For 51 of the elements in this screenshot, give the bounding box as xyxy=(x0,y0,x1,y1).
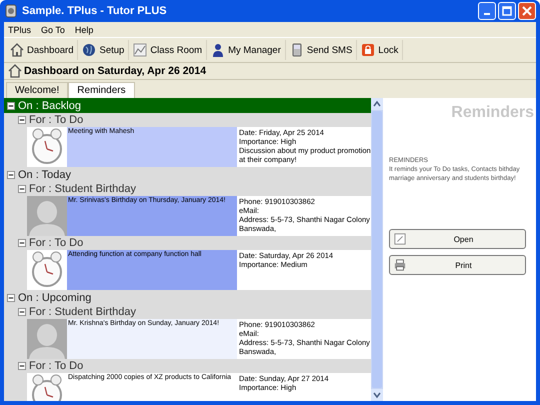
collapse-toggle-icon[interactable] xyxy=(18,116,26,124)
group-header[interactable]: On : Backlog xyxy=(4,98,371,113)
category-header[interactable]: For : Student Birthday xyxy=(4,182,371,196)
printer-icon xyxy=(394,259,406,271)
group-header[interactable]: On : Today xyxy=(4,167,371,182)
document-icon xyxy=(394,233,406,245)
toolbar-button[interactable]: Lock xyxy=(357,40,404,60)
collapse-toggle-icon[interactable] xyxy=(18,362,26,370)
category-header[interactable]: For : To Do xyxy=(4,236,371,250)
window-title: Sample. TPlus - Tutor PLUS xyxy=(22,5,168,17)
category-header[interactable]: For : Student Birthday xyxy=(4,305,371,319)
collapse-toggle-icon[interactable] xyxy=(18,308,26,316)
panel-button[interactable]: Open xyxy=(389,229,526,249)
category-header[interactable]: For : To Do xyxy=(4,359,371,373)
collapse-toggle-icon[interactable] xyxy=(7,170,15,178)
toolbar-button[interactable]: Send SMS xyxy=(286,40,358,60)
phone-icon xyxy=(290,43,304,57)
minimize-button[interactable] xyxy=(478,2,496,20)
page-heading: Dashboard on Saturday, Apr 26 2014 xyxy=(24,65,206,77)
toolbar-button[interactable]: Setup xyxy=(78,40,130,60)
maximize-button[interactable] xyxy=(498,2,516,20)
close-button[interactable] xyxy=(518,2,536,20)
scrollbar-thumb[interactable] xyxy=(372,111,382,388)
menu-item[interactable]: Go To xyxy=(41,24,65,34)
lock-icon xyxy=(361,43,376,57)
tab[interactable]: Reminders xyxy=(68,82,135,98)
person-icon xyxy=(211,43,226,57)
house-icon xyxy=(8,64,22,78)
panel-button[interactable]: Print xyxy=(389,255,526,275)
chart-icon xyxy=(133,43,148,57)
app-icon xyxy=(4,4,18,18)
menu-item[interactable]: Help xyxy=(74,24,94,34)
toolbar-button[interactable]: My Manager xyxy=(207,40,286,60)
scrollbar[interactable] xyxy=(371,98,383,401)
tab[interactable]: Welcome! xyxy=(6,82,68,98)
collapse-toggle-icon[interactable] xyxy=(7,102,15,110)
collapse-toggle-icon[interactable] xyxy=(18,239,26,247)
house-icon xyxy=(10,43,24,57)
menu-item[interactable]: TPlus xyxy=(8,24,32,34)
scroll-down-icon[interactable] xyxy=(371,389,383,401)
globe-icon xyxy=(82,43,96,57)
scroll-up-icon[interactable] xyxy=(371,98,383,110)
minimize-icon xyxy=(484,13,490,15)
toolbar-button[interactable]: Dashboard xyxy=(6,40,78,60)
maximize-icon xyxy=(502,6,512,16)
close-icon xyxy=(522,6,532,16)
group-header[interactable]: On : Upcoming xyxy=(4,290,371,305)
collapse-toggle-icon[interactable] xyxy=(18,185,26,193)
toolbar-button[interactable]: Class Room xyxy=(129,40,208,60)
collapse-toggle-icon[interactable] xyxy=(7,294,15,302)
category-header[interactable]: For : To Do xyxy=(4,113,371,127)
